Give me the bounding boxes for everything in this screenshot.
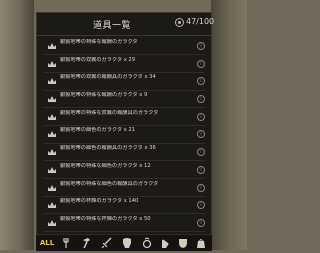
background-left [0,0,34,250]
item-name: 銀製地帯の特殊な報酬のガラクタ [60,39,138,45]
info-button[interactable]: i [197,112,205,121]
tab-all[interactable]: ALL [39,237,55,249]
crown-icon [47,201,57,209]
list-item[interactable]: 銀製地帯の特殊な細色の報酬具のガラクタ i [43,181,205,197]
crown-icon [47,130,57,138]
list-item[interactable]: 銀製地帯の特殊な報酬のガラクタ i [43,39,205,56]
item-count: 47/100 [186,17,215,26]
item-list: 銀製地帯の特殊な報酬のガラクタ i 銀製地帯の双翼のガラクタ x 29 i 銀製… [43,39,205,234]
crown-icon [47,42,57,50]
crown-icon [47,77,57,85]
info-button[interactable]: i [197,201,205,210]
list-item[interactable]: 銀製地帯の杯輝のガラクタ x 140 i [43,198,205,215]
item-name: 銀製地帯の特殊な双翼の報酬具のガラクタ [60,109,159,116]
list-item[interactable]: 銀製地帯の特殊な報酬のガラクタ x 9 i [43,92,205,109]
info-button[interactable]: i [197,95,205,104]
info-button[interactable]: i [197,165,205,174]
panel-header: 道具一覧 47/100 [37,13,215,36]
sword-icon[interactable] [100,237,114,249]
info-button[interactable]: i [197,59,205,68]
crown-icon [47,184,57,192]
list-item[interactable]: 銀製地帯の双翼の報酬具のガラクタ x 34 i [43,74,205,91]
crown-icon [47,166,57,174]
item-name: 銀製地帯の特殊な細色の報酬具のガラクタ [60,180,159,187]
list-item[interactable]: 銀製地帯の細色の報酬具のガラクタ x 36 i [43,145,205,162]
armor-icon[interactable] [120,237,134,249]
coin-icon [175,18,184,27]
info-button[interactable]: i [197,218,205,227]
item-name: 銀製地帯の特殊な細色のガラクタ x 12 [60,162,151,169]
category-tab-bar: ALL [36,234,212,251]
list-item[interactable]: 銀製地帯の双翼のガラクタ x 29 i [43,57,205,73]
crown-icon [47,60,57,68]
glove-icon[interactable] [158,237,172,249]
list-item[interactable]: 銀製地帯の特殊な細色のガラクタ x 12 i [43,163,205,179]
bag-icon[interactable] [194,237,208,249]
item-name: 銀製地帯の特殊な報酬のガラクタ x 9 [60,92,148,99]
item-name: 銀製地帯の杯輝のガラクタ x 140 [60,198,139,205]
background-right [211,0,247,250]
inventory-panel: 道具一覧 47/100 銀製地帯の特殊な報酬のガラクタ i 銀製地帯の双翼のガラ… [36,12,215,250]
info-button[interactable]: i [197,148,205,157]
list-item[interactable]: 銀製地帯の特殊な杯輝のガラクタ x 50 i [43,215,205,233]
item-name: 銀製地帯の細色の報酬具のガラクタ x 36 [60,145,156,152]
crown-icon [47,148,57,156]
item-name: 銀製地帯の細色のガラクタ x 21 [60,127,136,134]
ring-icon[interactable] [140,237,154,249]
item-name: 銀製地帯の双翼の報酬具のガラクタ x 34 [60,74,156,81]
fork-icon[interactable] [60,237,74,249]
info-button[interactable]: i [197,130,205,139]
crown-icon [47,113,57,121]
list-item[interactable]: 銀製地帯の細色のガラクタ x 21 i [43,127,205,144]
list-item[interactable]: 銀製地帯の特殊な双翼の報酬具のガラクタ i [43,110,205,126]
item-name: 銀製地帯の双翼のガラクタ x 29 [60,56,136,63]
shield-icon[interactable] [176,237,190,249]
crown-icon [47,95,57,103]
info-button[interactable]: i [197,42,205,50]
crown-icon [47,219,57,227]
panel-title: 道具一覧 [92,21,131,31]
hammer-icon[interactable] [80,237,94,249]
item-name: 銀製地帯の特殊な杯輝のガラクタ x 50 [60,215,151,222]
info-button[interactable]: i [197,183,205,192]
info-button[interactable]: i [197,77,205,86]
